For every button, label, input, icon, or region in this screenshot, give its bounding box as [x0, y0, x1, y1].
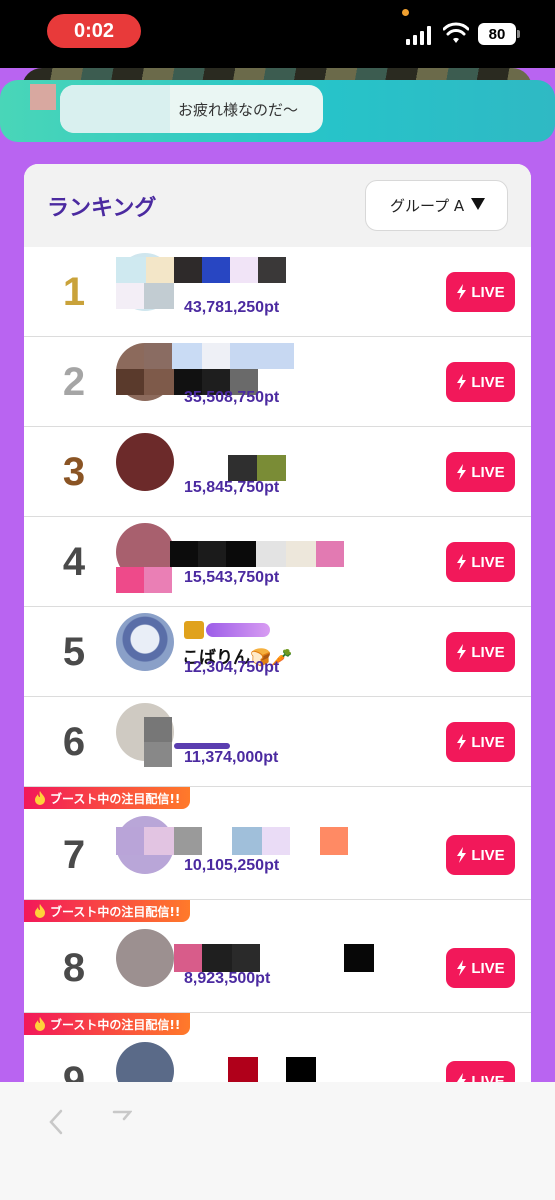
group-select[interactable]: グループ A	[365, 180, 508, 231]
flame-icon	[35, 791, 45, 805]
name-mosaic	[174, 944, 260, 972]
ranking-row[interactable]: ブースト中の注目配信!! 7 10,105,250pt LIVE	[24, 787, 531, 900]
bolt-icon	[457, 554, 467, 570]
rank-number: 1	[62, 269, 86, 314]
bubble-mosaic	[60, 85, 170, 133]
rank-number: 7	[62, 832, 86, 877]
points: 35,508,750pt	[184, 389, 280, 406]
bolt-icon	[457, 644, 467, 660]
bolt-icon	[457, 847, 467, 863]
ranking-row[interactable]: ブースト中の注目配信!! 8 8,923,500pt LIVE	[24, 900, 531, 1013]
live-label: LIVE	[471, 959, 505, 977]
boost-tag: ブースト中の注目配信!!	[24, 900, 191, 922]
rank-number: 3	[62, 449, 86, 494]
name-mosaic	[116, 283, 174, 309]
wifi-icon	[443, 22, 469, 43]
name-mosaic	[144, 343, 294, 369]
live-label: LIVE	[471, 373, 505, 391]
group-select-label: グループ A	[390, 197, 465, 215]
banner-avatar	[30, 84, 56, 110]
ranking-row[interactable]: 6 11,374,000pt LIVE	[24, 697, 531, 787]
avatar[interactable]	[116, 929, 174, 987]
title-badge	[206, 623, 270, 637]
live-label: LIVE	[471, 643, 505, 661]
ranking-row[interactable]: 5 こばりん🍞🥕 12,304,750pt LIVE	[24, 607, 531, 697]
ranking-row[interactable]: 1 43,781,250pt LIVE	[24, 247, 531, 337]
bolt-icon	[457, 284, 467, 300]
name-mosaic	[116, 257, 286, 283]
live-label: LIVE	[471, 463, 505, 481]
points: 15,543,750pt	[184, 569, 280, 586]
live-button[interactable]: LIVE	[446, 632, 515, 672]
live-label: LIVE	[471, 283, 505, 301]
message-bubble: お疲れ様なのだ〜	[60, 85, 323, 133]
points: 15,845,750pt	[184, 479, 280, 496]
ranking-title: ランキング	[47, 196, 157, 221]
name-mosaic	[144, 717, 172, 767]
live-button[interactable]: LIVE	[446, 948, 515, 988]
back-arrow-icon[interactable]	[46, 1108, 66, 1136]
rank-number: 2	[62, 359, 86, 404]
triangle-down-icon	[471, 198, 485, 210]
avatar[interactable]	[116, 613, 174, 671]
forward-arrow-icon[interactable]	[112, 1108, 132, 1136]
flame-icon	[35, 1017, 45, 1031]
battery-tip	[517, 30, 520, 38]
ranking-card: ランキング グループ A 1 43,781,250pt LIVE 2 35,50…	[24, 164, 531, 1200]
live-button[interactable]: LIVE	[446, 452, 515, 492]
flame-icon	[35, 904, 45, 918]
live-label: LIVE	[471, 733, 505, 751]
name-mosaic	[116, 827, 348, 855]
bubble-text: お疲れ様なのだ〜	[178, 100, 299, 119]
points: 43,781,250pt	[184, 299, 280, 316]
live-button[interactable]: LIVE	[446, 722, 515, 762]
name-mosaic	[344, 944, 374, 972]
points: 10,105,250pt	[184, 857, 280, 874]
live-button[interactable]: LIVE	[446, 835, 515, 875]
ranking-header: ランキング グループ A	[24, 164, 531, 247]
live-button[interactable]: LIVE	[446, 542, 515, 582]
bolt-icon	[457, 960, 467, 976]
live-label: LIVE	[471, 846, 505, 864]
live-label: LIVE	[471, 553, 505, 571]
name-mosaic	[228, 455, 286, 481]
points: 12,304,750pt	[184, 659, 280, 676]
status-bar: 0:02 80	[0, 0, 555, 68]
name-mosaic	[116, 567, 172, 593]
bolt-icon	[457, 734, 467, 750]
rank-number: 4	[62, 539, 86, 584]
battery-icon: 80	[478, 23, 516, 45]
boost-label: ブースト中の注目配信!!	[50, 1017, 181, 1032]
rank-badge	[184, 621, 204, 639]
live-button[interactable]: LIVE	[446, 272, 515, 312]
ranking-row[interactable]: 2 35,508,750pt LIVE	[24, 337, 531, 427]
boost-label: ブースト中の注目配信!!	[50, 904, 181, 919]
name-mosaic	[228, 1057, 258, 1085]
signal-icon	[406, 26, 431, 45]
ranking-row[interactable]: 3 15,845,750pt LIVE	[24, 427, 531, 517]
boost-tag: ブースト中の注目配信!!	[24, 787, 191, 809]
name-mosaic	[170, 541, 344, 567]
browser-toolbar	[0, 1082, 555, 1200]
points: 11,374,000pt	[184, 749, 279, 766]
recording-dot-icon	[402, 9, 409, 16]
rank-number: 6	[62, 719, 86, 764]
boost-label: ブースト中の注目配信!!	[50, 791, 181, 806]
bolt-icon	[457, 374, 467, 390]
name-mosaic	[286, 1057, 316, 1085]
points: 8,923,500pt	[184, 970, 271, 987]
bolt-icon	[457, 464, 467, 480]
rank-number: 8	[62, 945, 86, 990]
live-button[interactable]: LIVE	[446, 362, 515, 402]
boost-tag: ブースト中の注目配信!!	[24, 1013, 191, 1035]
rank-number: 5	[62, 629, 86, 674]
status-time[interactable]: 0:02	[47, 14, 141, 48]
ranking-row[interactable]: 4 15,543,750pt LIVE	[24, 517, 531, 607]
avatar[interactable]	[116, 433, 174, 491]
